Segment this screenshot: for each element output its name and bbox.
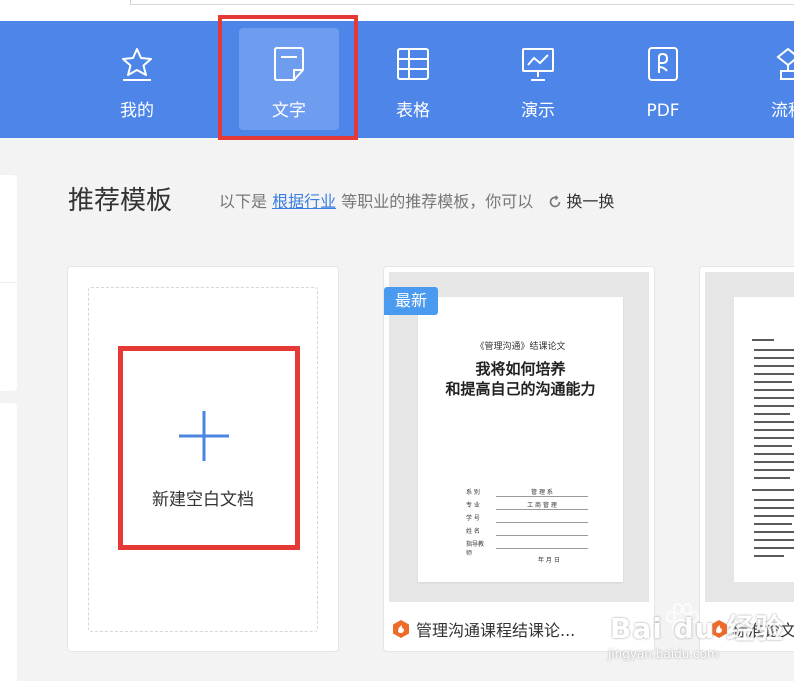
top-strip [0, 0, 794, 21]
watermark-brand: Bai du 经验 [610, 612, 785, 645]
text-line [754, 357, 794, 359]
text-line [754, 373, 794, 375]
text-line [754, 477, 790, 479]
nav-item-mine[interactable]: 我的 [87, 28, 187, 130]
template-preview [705, 272, 794, 602]
paper-field: 姓 名 [466, 526, 588, 536]
paper-title-line1: 我将如何培养 [475, 360, 566, 378]
subtitle-suffix: 等职业的推荐模板，你可以 [341, 192, 534, 211]
text-line [752, 489, 794, 491]
template-paper: 《管理沟通》结课论文 我将如何培养 和提高自己的沟通能力 系 别管 理 系 专 … [418, 297, 623, 582]
subtitle-prefix: 以下是 [219, 192, 268, 211]
text-line [754, 555, 784, 557]
text-line [754, 389, 794, 391]
table-icon [397, 48, 429, 80]
flowchart-icon [776, 47, 794, 80]
divider [130, 4, 794, 5]
highlight-box-text-tab [218, 15, 358, 140]
nav-item-flowchart[interactable]: 流程 [738, 28, 794, 130]
nav-label: PDF [646, 101, 680, 121]
template-paper [734, 297, 794, 582]
divider [0, 282, 17, 283]
nav-item-presentation[interactable]: 演示 [488, 28, 588, 130]
paper-title-line2: 和提高自己的沟通能力 [445, 380, 596, 398]
paper-field: 专 业工 商 管 理 [466, 500, 588, 510]
category-nav-bar: 我的 文字 表格 演示 PDF 流 [0, 21, 794, 138]
text-line [754, 507, 794, 509]
nav-item-spreadsheet[interactable]: 表格 [363, 28, 463, 130]
paper-date: 年 月 日 [538, 557, 560, 564]
highlight-box-new-document [118, 346, 300, 550]
nav-label: 我的 [120, 101, 154, 121]
paper-field: 学 号 [466, 513, 588, 523]
text-line [754, 437, 794, 439]
text-line [754, 531, 794, 533]
text-line [754, 523, 792, 525]
template-title-text: 管理沟通课程结课论... [416, 621, 576, 640]
text-line [754, 405, 794, 407]
nav-label: 演示 [521, 101, 555, 121]
template-preview: 《管理沟通》结课论文 我将如何培养 和提高自己的沟通能力 系 别管 理 系 专 … [389, 272, 649, 602]
refresh-icon [550, 195, 561, 208]
text-line [754, 365, 794, 367]
text-line [754, 547, 794, 549]
text-line [752, 339, 774, 341]
text-line [754, 461, 794, 463]
new-badge: 最新 [384, 287, 438, 315]
section-title: 推荐模板 [68, 186, 173, 216]
text-line [754, 429, 794, 431]
text-line [754, 499, 794, 501]
nav-label: 流程 [771, 101, 794, 121]
text-line [754, 539, 794, 541]
refresh-label: 换一换 [566, 192, 615, 211]
paper-heading: 《管理沟通》结课论文 [475, 342, 566, 352]
watermark-url: jingyan.baidu.com [608, 647, 719, 661]
left-sidebar-panel [0, 175, 17, 391]
text-line [754, 413, 790, 415]
text-line [754, 469, 794, 471]
text-line [754, 445, 792, 447]
nav-item-pdf[interactable]: PDF [613, 28, 713, 130]
industry-link[interactable]: 根据行业 [272, 192, 336, 211]
text-line [754, 381, 792, 383]
text-line [754, 515, 794, 517]
wps-logo-icon [393, 620, 409, 638]
watermark: Bai du 经验 jingyan.baidu.com [600, 595, 794, 681]
text-line [754, 421, 794, 423]
text-line [754, 453, 794, 455]
left-sidebar-panel [0, 403, 17, 681]
presentation-icon [522, 48, 554, 81]
refresh-button[interactable]: 换一换 [538, 192, 614, 211]
section-subtitle: 以下是 根据行业 等职业的推荐模板，你可以 换一换 [219, 191, 614, 213]
text-line [754, 397, 794, 399]
nav-label: 表格 [396, 101, 430, 121]
pdf-icon [648, 47, 678, 81]
star-icon [122, 48, 152, 81]
paper-field: 系 别管 理 系 [466, 487, 588, 497]
text-line [754, 349, 794, 351]
paper-field: 指导教师 [466, 539, 588, 557]
